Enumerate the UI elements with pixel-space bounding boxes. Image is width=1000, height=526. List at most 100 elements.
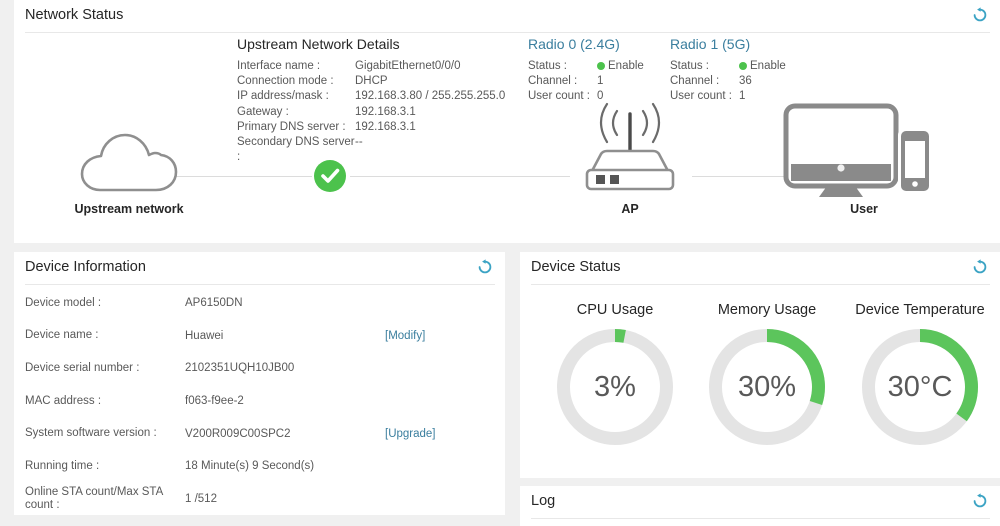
radio-status: Enable <box>597 59 644 74</box>
gauge-title: CPU Usage <box>576 302 654 318</box>
status-enabled-dot <box>597 62 605 70</box>
info-label: Running time : <box>25 459 100 472</box>
cpu-usage-gauge: CPU Usage 3% <box>540 286 690 446</box>
upstream-network-details: Upstream Network Details Interface name … <box>237 36 505 165</box>
cloud-icon <box>70 128 190 203</box>
detail-label: Connection mode : <box>237 75 334 88</box>
ap-icon <box>570 96 690 201</box>
panel-title: Network Status <box>25 7 124 23</box>
detail-value: GigabitEthernet0/0/0 <box>355 60 461 72</box>
info-row: MAC address : f063-f9ee-2 <box>14 385 505 418</box>
device-status-panel: Device Status CPU Usage 3% Memory Usage … <box>520 252 1000 478</box>
radio-label: Channel : <box>670 75 720 88</box>
refresh-button[interactable] <box>972 7 988 23</box>
panel-title: Device Status <box>531 259 621 275</box>
gauge-title: Device Temperature <box>855 302 985 318</box>
detail-row: IP address/mask : 192.168.3.80 / 255.255.… <box>237 89 505 104</box>
detail-row: Primary DNS server : 192.168.3.1 <box>237 120 505 135</box>
radio-status: Enable <box>739 59 786 74</box>
user-label: User <box>850 202 878 216</box>
info-value: Huawei <box>185 329 224 342</box>
detail-row: Interface name : GigabitEthernet0/0/0 <box>237 59 505 74</box>
info-row: Device serial number : 2102351UQH10JB00 <box>14 352 505 385</box>
radio-channel: 1 <box>597 75 604 88</box>
info-row: Online STA count/Max STA count : 1 /512 <box>14 483 505 516</box>
radio-label: Status : <box>528 60 567 72</box>
upstream-network-label: Upstream network <box>74 202 184 216</box>
radio1-title: Radio 1 (5G) <box>670 36 751 52</box>
radio-row: Channel : 36 <box>670 74 786 89</box>
detail-label: Interface name : <box>237 60 321 72</box>
panel-title: Device Information <box>25 259 146 275</box>
device-info-rows: Device model : AP6150DN Device name : Huaw… <box>14 285 505 515</box>
detail-row: Gateway : 192.168.3.1 <box>237 105 505 120</box>
log-panel: Log <box>520 486 1000 526</box>
info-value: f063-f9ee-2 <box>185 395 244 408</box>
device-information-panel: Device Information Device model : AP6150D… <box>14 252 505 515</box>
radio-user-count: 1 <box>739 90 746 103</box>
radio0-block: Radio 0 (2.4G) Status : Enable Channel : 1… <box>528 36 644 105</box>
connection-line <box>350 176 570 177</box>
device-status-header: Device Status <box>531 252 990 285</box>
user-devices-icon <box>774 100 934 203</box>
device-information-header: Device Information <box>25 252 495 285</box>
radio-channel: 36 <box>739 75 752 88</box>
refresh-button[interactable] <box>477 259 493 275</box>
radio-row: Status : Enable <box>670 59 786 74</box>
info-row: Device model : AP6150DN <box>14 287 505 320</box>
info-label: Device model : <box>25 296 102 309</box>
info-value: 18 Minute(s) 9 Second(s) <box>185 460 315 473</box>
detail-value: DHCP <box>355 75 388 88</box>
info-row: System software version : V200R009C00SPC2… <box>14 417 505 450</box>
info-row: Device name : Huawei [Modify] <box>14 320 505 353</box>
link-ok-check-icon <box>312 158 348 199</box>
ap-label: AP <box>621 202 639 216</box>
gauge-value: 30°C <box>887 370 953 403</box>
detail-value: -- <box>355 136 363 149</box>
info-value: V200R009C00SPC2 <box>185 427 291 440</box>
info-label: Device serial number : <box>25 361 140 374</box>
modify-link[interactable]: [Modify] <box>385 330 425 342</box>
refresh-icon <box>972 7 988 23</box>
gauges-row: CPU Usage 3% Memory Usage 30% Device Tem… <box>520 286 1000 476</box>
detail-value: 192.168.3.1 <box>355 120 416 133</box>
radio1-block: Radio 1 (5G) Status : Enable Channel :36 … <box>670 36 786 105</box>
detail-label: IP address/mask : <box>237 90 329 103</box>
info-row: Running time : 18 Minute(s) 9 Second(s) <box>14 450 505 483</box>
device-temperature-gauge: Device Temperature 30°C <box>845 286 995 446</box>
radio-label: Channel : <box>528 75 578 88</box>
info-label: Device name : <box>25 329 99 342</box>
dashboard-page: Network Status Upstream Network Details … <box>0 0 1000 526</box>
info-value: 2102351UQH10JB00 <box>185 362 295 375</box>
connection-line <box>172 176 312 177</box>
detail-row: Secondary DNS server : -- <box>237 135 505 165</box>
detail-value: 192.168.3.80 / 255.255.255.0 <box>355 90 506 103</box>
refresh-icon <box>477 259 493 275</box>
info-value: 1 /512 <box>185 492 217 505</box>
refresh-icon <box>972 493 988 509</box>
gauge-title: Memory Usage <box>717 302 817 318</box>
info-label: MAC address : <box>25 394 102 407</box>
detail-value: 192.168.3.1 <box>355 105 416 118</box>
radio-row: Channel : 1 <box>528 74 644 89</box>
memory-usage-gauge: Memory Usage 30% <box>692 286 842 446</box>
detail-label: Primary DNS server : <box>237 120 346 133</box>
network-status-header: Network Status <box>25 0 990 33</box>
radio0-title: Radio 0 (2.4G) <box>528 36 620 52</box>
upgrade-link[interactable]: [Upgrade] <box>385 428 436 440</box>
upstream-details-title: Upstream Network Details <box>237 36 400 52</box>
info-value: AP6150DN <box>185 297 243 310</box>
gauge-value: 30% <box>737 370 797 403</box>
radio-label: Status : <box>670 60 709 72</box>
refresh-button[interactable] <box>972 493 988 509</box>
refresh-icon <box>972 259 988 275</box>
panel-title: Log <box>531 493 556 509</box>
status-enabled-dot <box>739 62 747 70</box>
detail-row: Connection mode : DHCP <box>237 74 505 89</box>
refresh-button[interactable] <box>972 259 988 275</box>
detail-label: Gateway : <box>237 105 289 118</box>
network-status-panel: Network Status Upstream Network Details … <box>14 0 1000 243</box>
info-label: Online STA count/Max STA count : <box>25 485 163 511</box>
log-header: Log <box>531 486 990 519</box>
gauge-value: 3% <box>594 370 636 403</box>
